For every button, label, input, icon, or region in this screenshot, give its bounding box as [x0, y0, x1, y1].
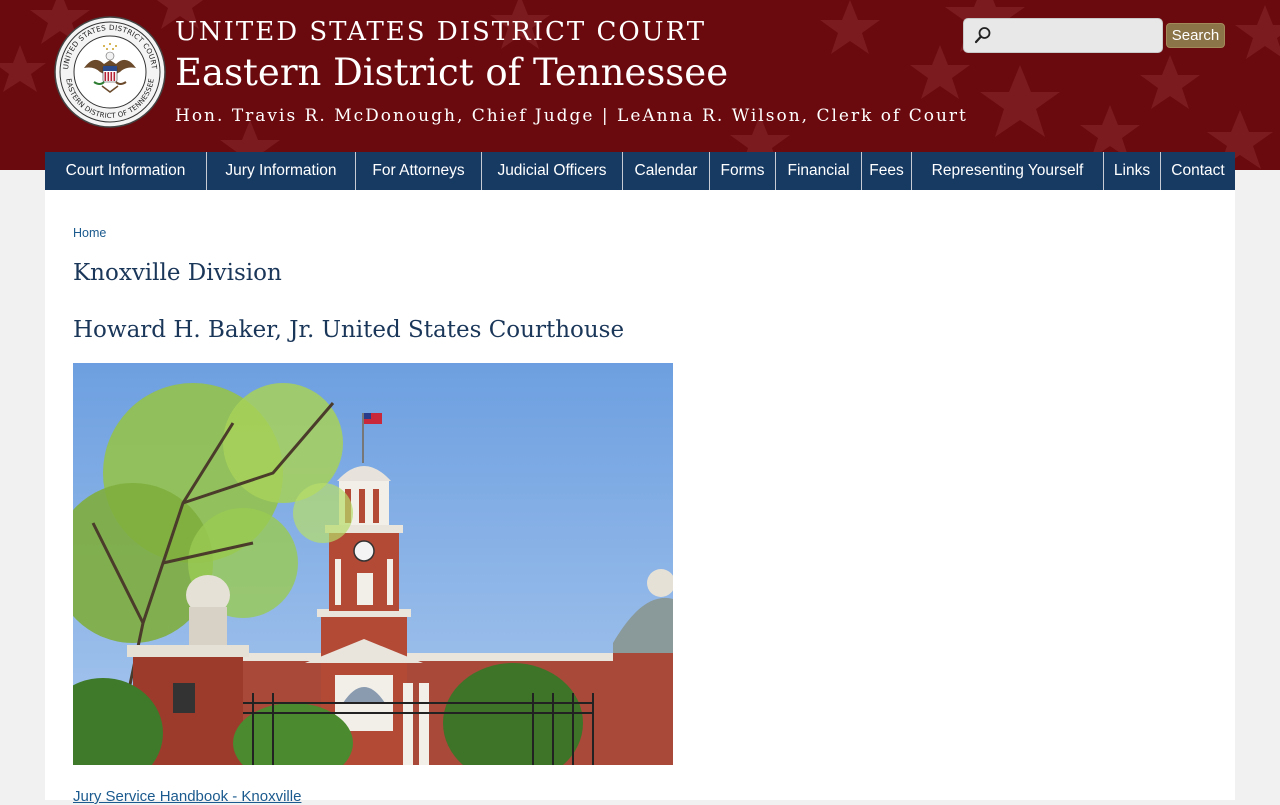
jury-handbook-link[interactable]: Jury Service Handbook - Knoxville [73, 788, 301, 805]
decor-star [980, 65, 1060, 137]
decor-star [0, 45, 46, 92]
district-name[interactable]: Eastern District of Tennessee [175, 50, 968, 96]
search-icon [974, 27, 991, 44]
site-title-block: UNITED STATES DISTRICT COURT Eastern Dis… [175, 14, 968, 130]
court-name[interactable]: UNITED STATES DISTRICT COURT [175, 14, 968, 50]
courthouse-photo [73, 363, 673, 765]
nav-jury-information[interactable]: Jury Information [207, 152, 356, 190]
court-seal: UNITED STATES DISTRICT COURT EASTERN DIS… [54, 16, 166, 128]
nav-links[interactable]: Links [1104, 152, 1161, 190]
decor-star [1235, 5, 1280, 59]
nav-contact[interactable]: Contact [1161, 152, 1235, 190]
nav-financial[interactable]: Financial [776, 152, 862, 190]
nav-court-information[interactable]: Court Information [45, 152, 207, 190]
nav-representing-yourself[interactable]: Representing Yourself [912, 152, 1104, 190]
search-button[interactable]: Search [1166, 23, 1225, 48]
section-title: Howard H. Baker, Jr. United States Court… [73, 317, 625, 343]
site-header: UNITED STATES DISTRICT COURT EASTERN DIS… [0, 0, 1280, 170]
main-nav: Court Information Jury Information For A… [45, 152, 1235, 190]
page-title: Knoxville Division [73, 260, 282, 286]
judges-line: Hon. Travis R. McDonough, Chief Judge | … [175, 106, 968, 126]
search-input[interactable] [998, 23, 1160, 50]
main-content: Home Knoxville Division Howard H. Baker,… [45, 190, 1235, 805]
nav-forms[interactable]: Forms [710, 152, 776, 190]
nav-for-attorneys[interactable]: For Attorneys [356, 152, 482, 190]
nav-fees[interactable]: Fees [862, 152, 912, 190]
decor-star [1140, 55, 1200, 109]
nav-judicial-officers[interactable]: Judicial Officers [482, 152, 623, 190]
breadcrumb-home[interactable]: Home [73, 226, 106, 240]
search-box [963, 18, 1163, 53]
decor-star [1080, 105, 1140, 159]
nav-calendar[interactable]: Calendar [623, 152, 710, 190]
